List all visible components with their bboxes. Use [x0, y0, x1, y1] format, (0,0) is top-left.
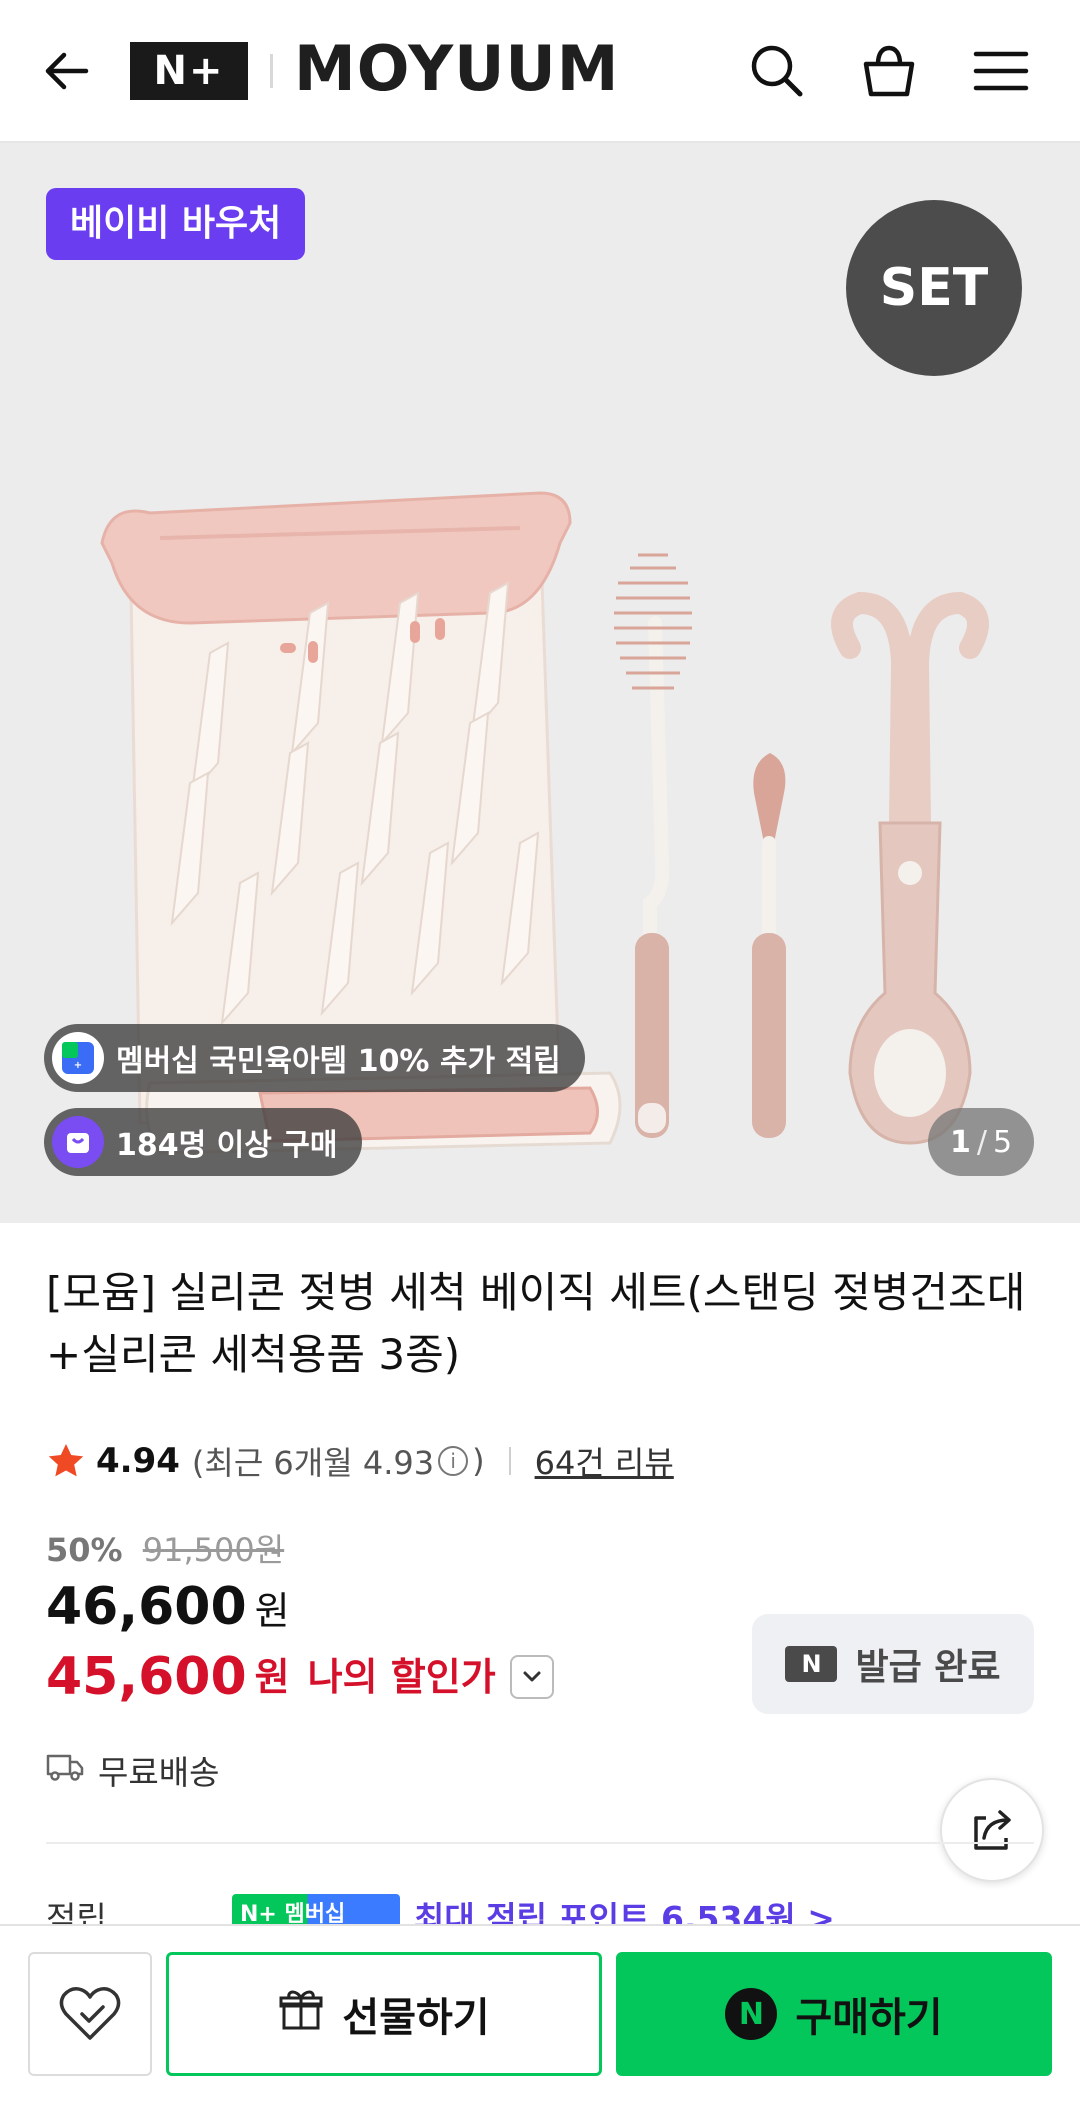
coupon-issued-label: 발급 완료 — [855, 1647, 1001, 1688]
membership-points-pill[interactable]: + 멤버십 국민육아템 10% 추가 적립 — [44, 1024, 585, 1092]
free-shipping-label: 무료배송 — [98, 1753, 220, 1792]
baby-voucher-badge: 베이비 바우처 — [46, 188, 306, 260]
chevron-down-icon[interactable] — [509, 1655, 554, 1699]
naver-plus-membership-icon: + — [52, 1032, 104, 1084]
my-discount-price: 45,600 — [46, 1647, 247, 1707]
naver-coupon-icon: N — [785, 1646, 838, 1682]
rating-row: 4.94 (최근 6개월 4.93 i ) 64건 리뷰 — [46, 1436, 674, 1486]
search-icon[interactable] — [746, 40, 808, 102]
sale-price: 46,600 — [46, 1577, 247, 1637]
heart-check-icon — [59, 1987, 121, 2040]
reviews-link[interactable]: 64건 리뷰 — [535, 1438, 674, 1484]
buyers-count-pill: 184명 이상 구매 — [44, 1108, 362, 1176]
buy-button[interactable]: N 구매하기 — [616, 1952, 1052, 2076]
hamburger-menu-icon[interactable] — [970, 40, 1032, 102]
gift-label: 선물하기 — [342, 1995, 490, 2041]
discount-rate: 50% — [46, 1531, 123, 1569]
shopping-bag-purple-icon — [52, 1116, 104, 1168]
naver-plus-logo[interactable]: N+ — [130, 42, 248, 100]
gift-icon — [278, 1986, 324, 2042]
page-separator: / — [976, 1124, 987, 1160]
top-header: N+ MOYUUM — [0, 0, 1080, 143]
product-title: [모윰] 실리콘 젖병 세척 베이직 세트(스탠딩 젖병건조대+실리콘 세척용품… — [46, 1268, 1026, 1379]
info-icon[interactable]: i — [438, 1446, 469, 1476]
share-icon[interactable] — [940, 1778, 1044, 1882]
discount-row: 50% 91,500원 — [46, 1528, 554, 1572]
shopping-bag-icon[interactable] — [858, 40, 920, 102]
brand-logo[interactable]: MOYUUM — [294, 34, 619, 104]
image-page-indicator: 1 / 5 — [928, 1108, 1034, 1176]
price-block: 50% 91,500원 46,600 원 45,600 원 나의 할인가 — [46, 1528, 554, 1712]
svg-text:+: + — [74, 1060, 82, 1071]
back-arrow-icon[interactable] — [38, 42, 96, 100]
bottom-action-bar: 선물하기 N 구매하기 — [0, 1924, 1080, 2113]
original-price: 91,500원 — [142, 1531, 285, 1569]
product-image-carousel[interactable]: 베이비 바우처 SET + 멤버십 국민육아템 10% 추가 적립 184명 이… — [0, 143, 1080, 1223]
set-badge: SET — [846, 200, 1022, 376]
rating-divider — [508, 1447, 511, 1475]
section-divider — [46, 1842, 1034, 1844]
shipping-row: 무료배송 — [46, 1746, 219, 1794]
truck-icon — [46, 1751, 84, 1790]
wishlist-heart-button[interactable] — [28, 1952, 152, 2076]
membership-pill-text: 멤버십 국민육아템 10% 추가 적립 — [116, 1044, 561, 1079]
rating-value: 4.94 — [96, 1441, 180, 1481]
sale-price-row: 46,600 원 — [46, 1572, 554, 1642]
logo-divider — [270, 54, 273, 88]
buyers-pill-text: 184명 이상 구매 — [116, 1128, 338, 1163]
recent-rating: (최근 6개월 4.93 — [191, 1444, 435, 1482]
my-discount-label: 나의 할인가 — [307, 1655, 496, 1699]
my-discount-row[interactable]: 45,600 원 나의 할인가 — [46, 1642, 554, 1712]
my-discount-won: 원 — [254, 1655, 290, 1699]
page-current: 1 — [949, 1124, 971, 1160]
buy-label: 구매하기 — [795, 1995, 943, 2041]
star-icon — [46, 1441, 86, 1481]
coupon-issued-button[interactable]: N 발급 완료 — [752, 1614, 1034, 1714]
sale-won: 원 — [254, 1589, 290, 1633]
naver-pay-icon: N — [725, 1988, 778, 2040]
recent-rating-close: ) — [472, 1442, 485, 1480]
page-total: 5 — [992, 1124, 1013, 1160]
gift-button[interactable]: 선물하기 — [166, 1952, 602, 2076]
